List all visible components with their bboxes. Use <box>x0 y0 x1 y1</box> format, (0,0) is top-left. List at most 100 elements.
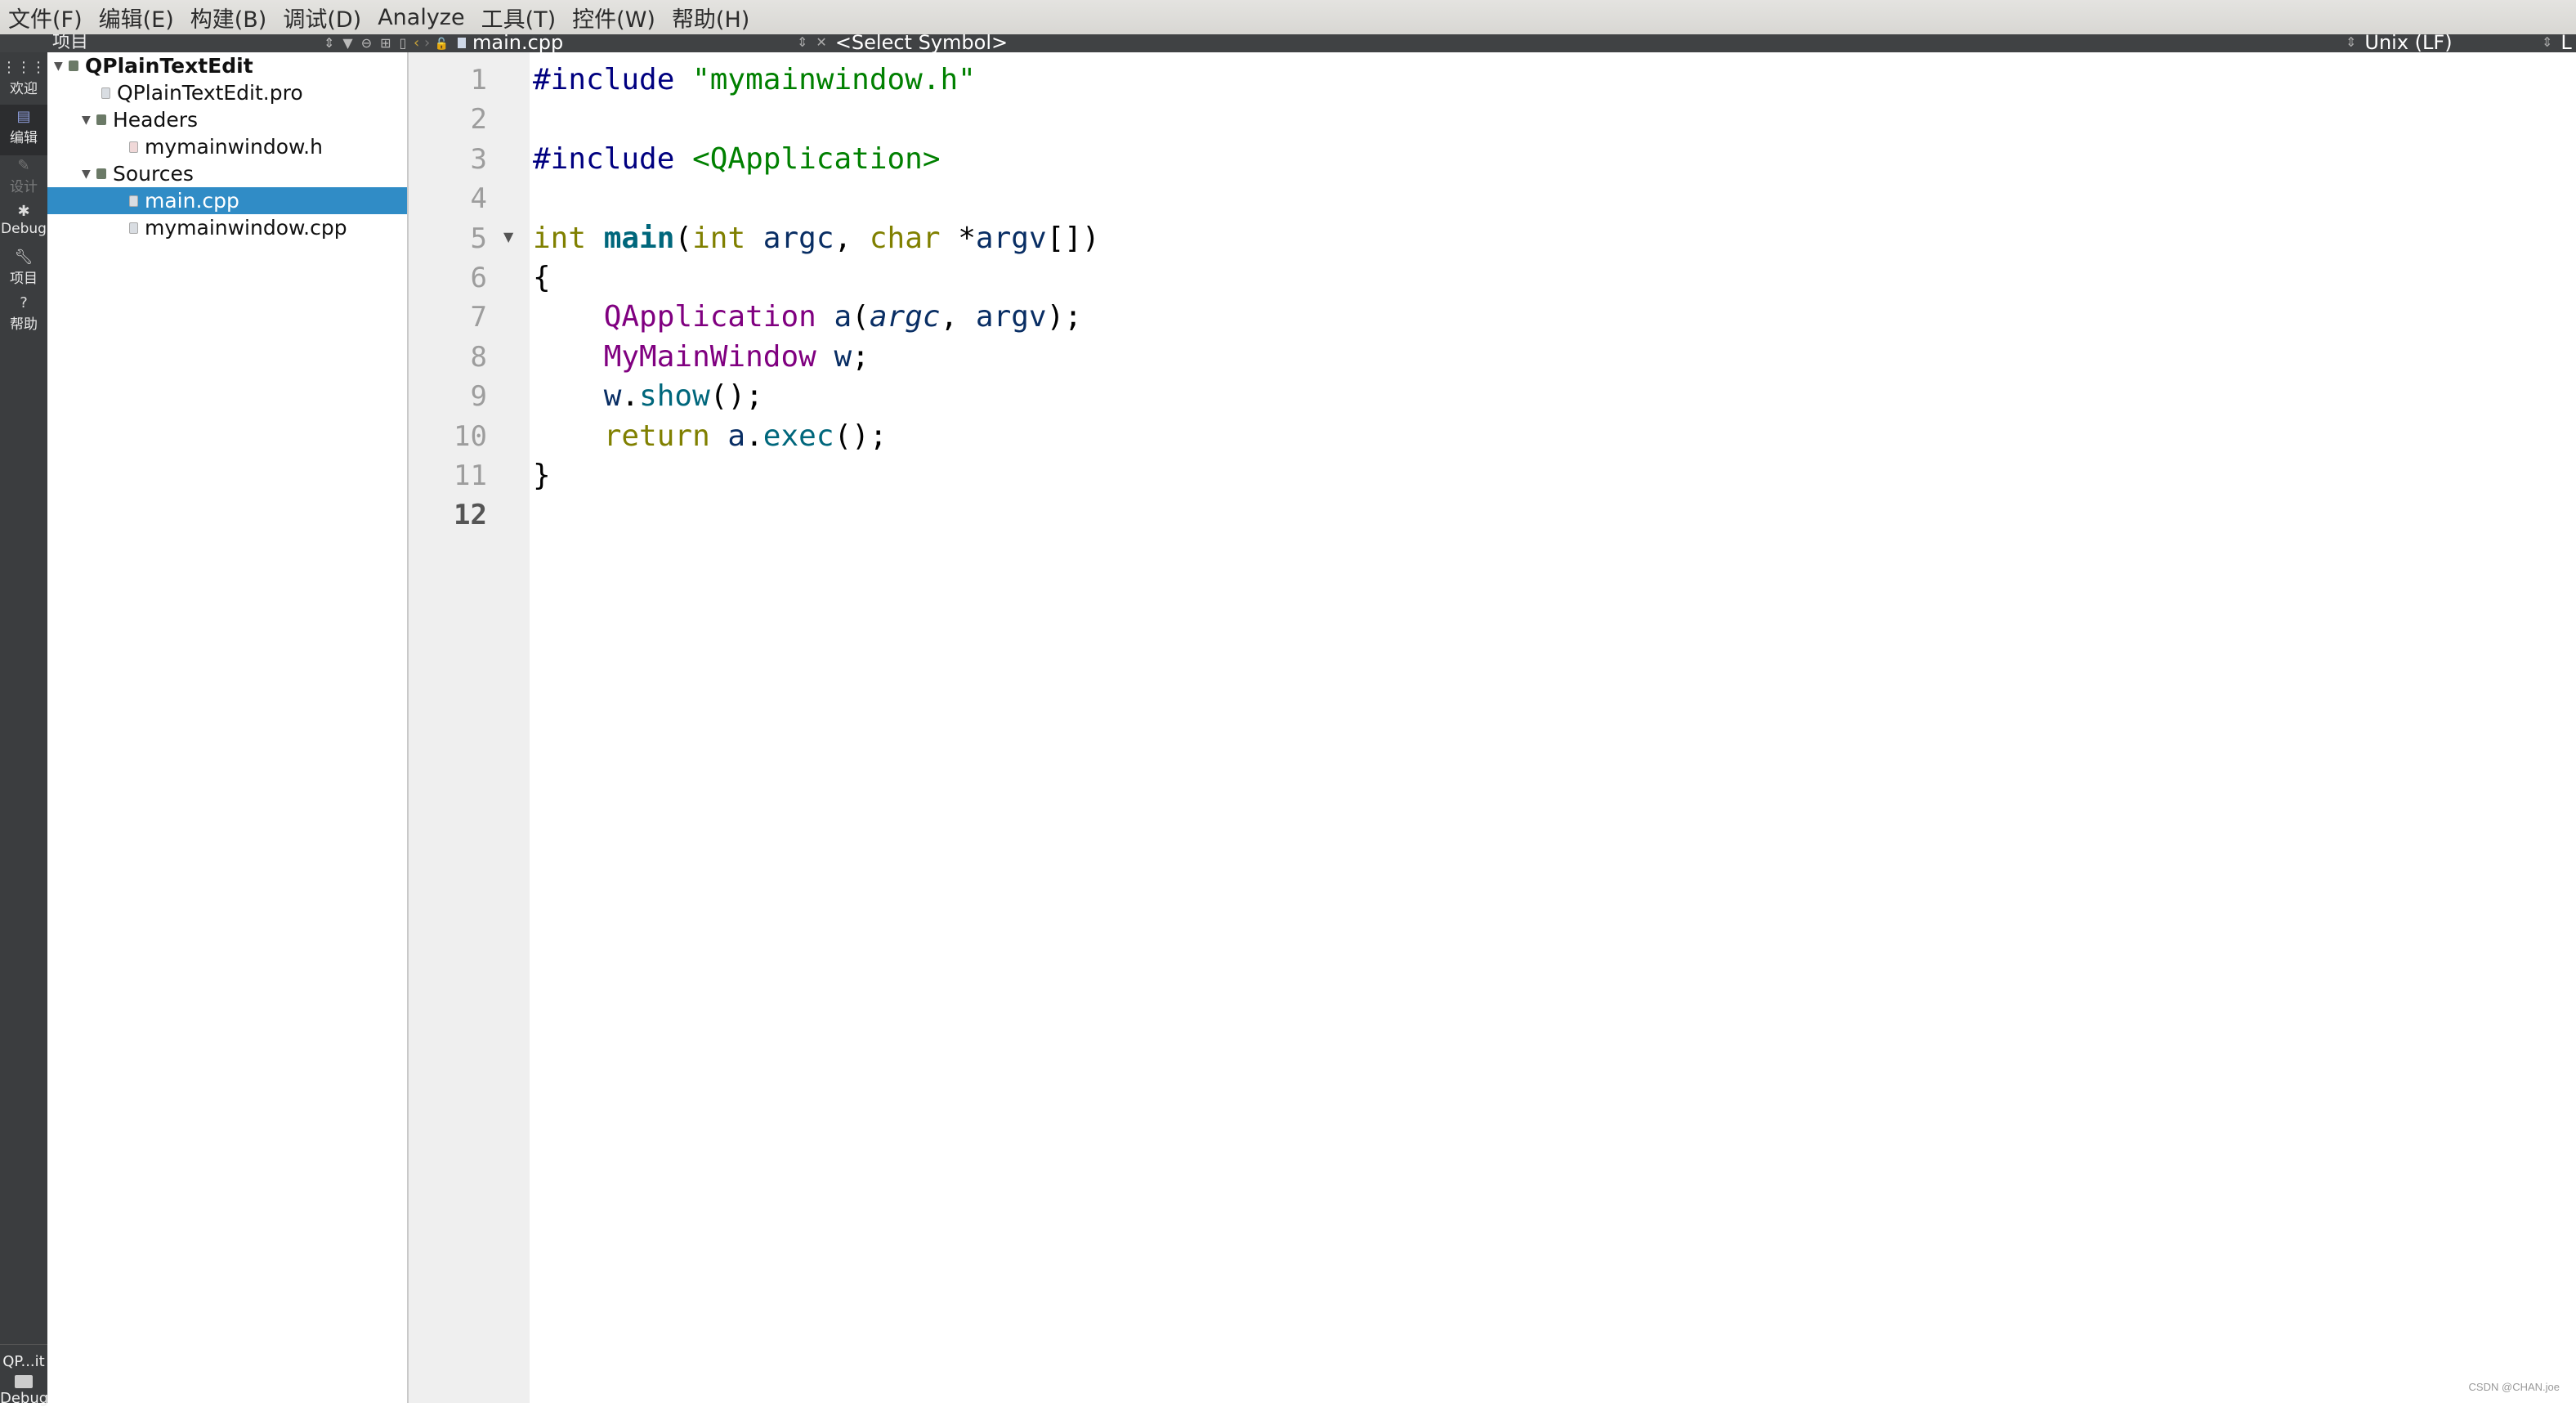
tree-item-project[interactable]: ▼ QPlainTextEdit <box>47 52 414 79</box>
code-line[interactable]: w.show(); <box>533 377 763 416</box>
expand-arrow-icon[interactable]: ▼ <box>82 168 96 181</box>
code-line[interactable]: { <box>533 258 551 298</box>
mode-selector: ⋮⋮⋮ 欢迎 ▤ 编辑 ✎ 设计 ✱ Debug 🔧︎ 项目 ? 帮助 QP..… <box>0 52 48 1407</box>
code-line[interactable]: #include <QApplication> <box>533 140 941 179</box>
cpp-file-icon <box>458 37 466 48</box>
mode-label: 欢迎 <box>10 81 38 97</box>
mode-design[interactable]: ✎ 设计 <box>0 152 47 201</box>
code-line[interactable]: QApplication a(argc, argv); <box>533 298 1082 337</box>
tree-item-sources[interactable]: ▼ Sources <box>47 160 441 187</box>
code-token: . <box>745 419 763 453</box>
code-line[interactable]: int main(int argc, char *argv[]) <box>533 219 1100 258</box>
kit-build-label: Debug <box>0 1390 49 1407</box>
combo-arrows-icon: ⇕ <box>797 34 808 50</box>
split-icon[interactable]: ⊞ <box>380 34 391 52</box>
code-token: argc <box>763 221 834 255</box>
tree-item-main-cpp[interactable]: main.cpp <box>47 187 407 214</box>
filter-icon[interactable]: ▼ <box>342 34 352 52</box>
kit-project-label: QP...it <box>2 1353 45 1370</box>
line-number-gutter[interactable]: 1 2 3 4 5 ▼ 6 7 8 9 10 11 12 <box>409 52 530 1403</box>
link-icon[interactable]: ⊖ <box>361 34 372 52</box>
help-icon: ? <box>20 294 28 311</box>
fold-arrow-icon[interactable]: ▼ <box>503 229 513 244</box>
lock-icon: 🔓 <box>434 38 449 51</box>
kit-selector[interactable]: QP...it Debug <box>0 1344 49 1407</box>
code-editor[interactable]: #include "mymainwindow.h" #include <QAppl… <box>530 52 2576 1403</box>
code-token: show <box>639 379 710 414</box>
line-number: 8 <box>470 340 487 374</box>
mode-label: 设计 <box>10 179 38 195</box>
code-token: ; <box>852 339 870 374</box>
tree-item-label: Sources <box>113 162 194 186</box>
code-token: ( <box>674 221 693 255</box>
tree-item-label: Headers <box>113 108 199 132</box>
mode-projects[interactable]: 🔧︎ 项目 <box>0 245 47 293</box>
watermark: CSDN @CHAN.joe <box>2468 1381 2560 1393</box>
mode-help[interactable]: ? 帮助 <box>0 291 47 338</box>
cpp-file-icon <box>129 195 138 207</box>
current-file-label: main.cpp <box>472 34 564 52</box>
mode-debug[interactable]: ✱ Debug <box>0 199 47 247</box>
mode-label: 帮助 <box>10 316 38 333</box>
close-pane-icon[interactable]: ▯ <box>400 34 407 52</box>
expand-arrow-icon[interactable]: ▼ <box>54 60 69 73</box>
expand-arrow-icon[interactable]: ▼ <box>82 114 96 127</box>
line-number: 7 <box>470 301 487 334</box>
code-token: main <box>603 221 675 255</box>
code-token: QApplication <box>603 300 834 334</box>
sources-folder-icon <box>96 168 106 179</box>
pane-selector-icon[interactable]: ⇕ <box>324 34 334 52</box>
code-line[interactable]: #include "mymainwindow.h" <box>533 60 976 100</box>
menu-build[interactable]: 构建(B) <box>182 2 275 34</box>
menu-analyze[interactable]: Analyze <box>369 5 472 30</box>
code-token: a <box>834 300 852 334</box>
mode-welcome[interactable]: ⋮⋮⋮ 欢迎 <box>0 59 47 101</box>
code-token: } <box>533 459 551 492</box>
project-pane-title[interactable]: 项目 <box>52 34 88 52</box>
tree-item-pro-file[interactable]: QPlainTextEdit.pro <box>47 79 461 106</box>
close-document-icon[interactable]: ✕ <box>816 34 826 52</box>
code-line[interactable]: return a.exec(); <box>533 417 888 456</box>
code-token: (); <box>709 379 763 414</box>
menu-widgets[interactable]: 控件(W) <box>564 2 664 34</box>
code-token: argc <box>869 300 941 334</box>
monitor-icon <box>15 1375 33 1388</box>
headers-folder-icon <box>96 114 106 125</box>
combo-arrows-icon: ⇕ <box>2542 34 2553 50</box>
line-number: 11 <box>454 459 487 492</box>
code-token: int <box>533 221 604 255</box>
menu-help[interactable]: 帮助(H) <box>664 2 758 34</box>
line-number: 9 <box>470 380 487 414</box>
menu-file[interactable]: 文件(F) <box>0 2 91 34</box>
symbol-combo[interactable]: ⇕ ✕ <Select Symbol> <box>797 34 1008 52</box>
mode-label: 项目 <box>10 271 38 287</box>
code-token: #include <box>533 63 693 96</box>
pencil-icon: ✎ <box>17 157 30 174</box>
line-number: 4 <box>470 182 487 216</box>
menu-tools[interactable]: 工具(T) <box>473 2 565 34</box>
mode-edit[interactable]: ▤ 编辑 <box>0 105 47 155</box>
cpp-file-icon <box>129 222 138 234</box>
line-ending-combo[interactable]: ⇕ Unix (LF) <box>2346 34 2453 52</box>
tree-item-headers[interactable]: ▼ Headers <box>47 106 441 133</box>
line-number: 6 <box>470 262 487 294</box>
line-number: 12 <box>454 499 487 532</box>
code-line[interactable]: MyMainWindow w; <box>533 338 870 377</box>
code-token: char <box>869 221 959 255</box>
menu-edit[interactable]: 编辑(E) <box>91 2 182 34</box>
menu-debug[interactable]: 调试(D) <box>275 2 369 34</box>
code-token: argv <box>975 221 1047 255</box>
code-line[interactable]: } <box>533 456 551 495</box>
line-column-combo[interactable]: ⇕ L <box>2542 34 2572 52</box>
line-column-label: L <box>2560 34 2572 52</box>
code-token: <QApplication> <box>692 141 941 176</box>
forward-icon[interactable]: › <box>424 34 430 52</box>
code-token: MyMainWindow <box>603 339 834 374</box>
open-documents-combo[interactable]: main.cpp <box>458 34 563 52</box>
pro-file-icon <box>101 87 110 99</box>
code-token: a <box>727 419 746 453</box>
code-token: { <box>533 261 551 294</box>
back-icon[interactable]: ‹ <box>414 34 419 52</box>
